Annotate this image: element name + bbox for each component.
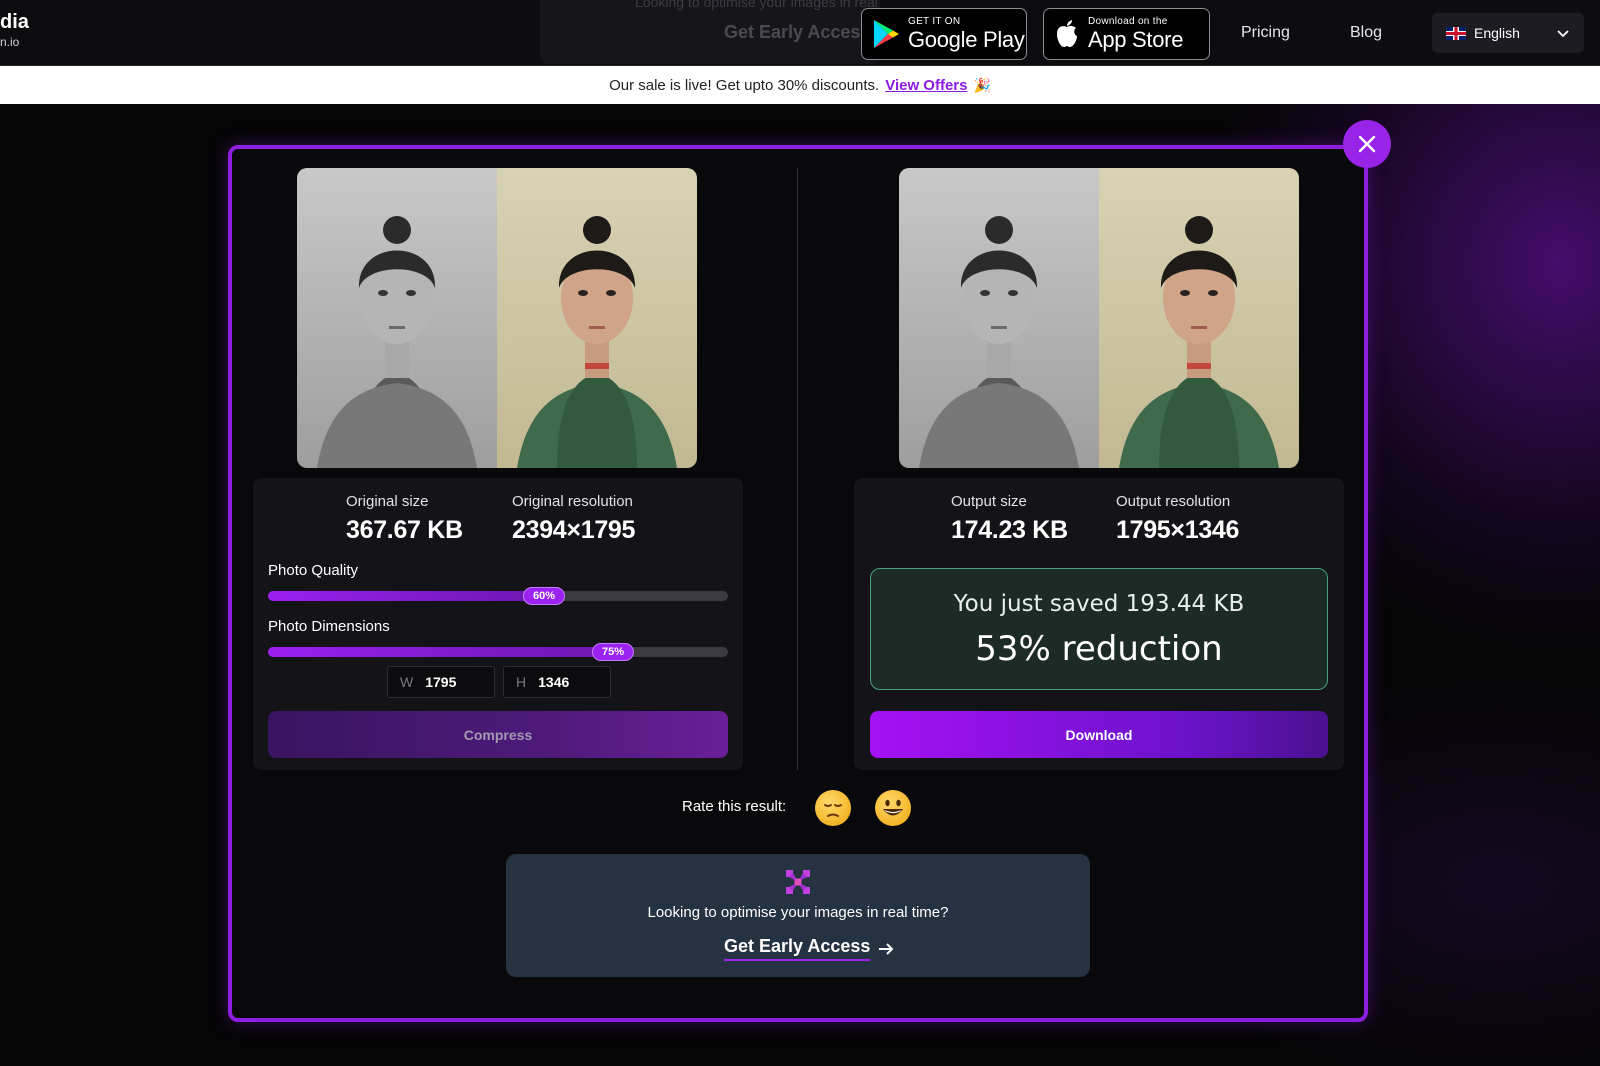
photo-quality-fill	[268, 591, 544, 601]
width-prefix: W	[400, 674, 413, 690]
download-button[interactable]: Download	[870, 711, 1328, 758]
output-photo-preview	[899, 168, 1299, 468]
photo-quality-slider[interactable]: 60%	[268, 591, 728, 601]
close-modal-button[interactable]	[1343, 120, 1391, 168]
original-photo-after	[497, 168, 697, 468]
height-value: 1346	[538, 674, 569, 690]
apple-icon	[1054, 19, 1080, 49]
saved-value: 193.44 KB	[1126, 591, 1245, 617]
brand[interactable]: dia n.io	[0, 12, 29, 48]
saved-line: You just saved 193.44 KB	[871, 591, 1327, 617]
sale-text: Our sale is live! Get upto 30% discounts…	[609, 77, 879, 94]
width-input[interactable]: W 1795	[387, 666, 495, 698]
ghost-promo-cta: Get Early Access	[724, 22, 870, 43]
nav-pricing-link[interactable]: Pricing	[1241, 24, 1290, 42]
output-photo-before	[899, 168, 1099, 468]
brand-domain: n.io	[0, 36, 29, 48]
portrait-illustration	[297, 168, 497, 468]
google-play-small-text: GET IT ON	[908, 17, 1025, 27]
brand-logo-icon	[786, 870, 810, 894]
chevron-down-icon	[1556, 26, 1570, 40]
original-settings-panel: Original size 367.67 KB Original resolut…	[253, 478, 743, 770]
photo-quality-label: Photo Quality	[268, 562, 358, 579]
top-navigation: dia n.io Looking to optimise your images…	[0, 0, 1600, 66]
original-resolution-value: 2394×1795	[512, 516, 635, 545]
get-early-access-label: Get Early Access	[724, 936, 870, 961]
output-size-value: 174.23 KB	[951, 516, 1068, 545]
ghost-promo-text: Looking to optimise your images in real …	[635, 0, 880, 10]
google-play-button[interactable]: GET IT ON Google Play	[861, 8, 1027, 60]
photo-dimensions-slider[interactable]: 75%	[268, 647, 728, 657]
uk-flag-icon	[1446, 27, 1466, 40]
view-offers-link[interactable]: View Offers	[885, 77, 967, 94]
modal-divider	[797, 168, 798, 770]
height-input[interactable]: H 1346	[503, 666, 611, 698]
language-selector[interactable]: English	[1432, 13, 1584, 53]
width-value: 1795	[425, 674, 456, 690]
portrait-illustration	[899, 168, 1099, 468]
happy-emoji-icon[interactable]	[875, 790, 911, 826]
app-store-button[interactable]: Download on the App Store	[1043, 8, 1210, 60]
rate-result-label: Rate this result:	[682, 798, 786, 815]
early-access-card: Looking to optimise your images in real …	[506, 854, 1090, 977]
google-play-icon	[872, 19, 900, 49]
output-photo-after	[1099, 168, 1299, 468]
party-popper-icon: 🎉	[973, 77, 990, 94]
language-label: English	[1474, 25, 1520, 41]
photo-quality-handle[interactable]: 60%	[523, 587, 565, 605]
output-resolution-label: Output resolution	[1116, 493, 1230, 510]
ghost-promo-banner: Looking to optimise your images in real …	[540, 0, 880, 64]
close-icon	[1358, 135, 1376, 153]
original-size-label: Original size	[346, 493, 429, 510]
photo-dimensions-handle[interactable]: 75%	[592, 643, 634, 661]
saved-prefix: You just saved	[954, 591, 1119, 617]
arrow-right-icon	[878, 942, 894, 956]
reduction-percentage: 53% reduction	[871, 629, 1327, 669]
photo-dimensions-label: Photo Dimensions	[268, 618, 390, 635]
original-photo-before	[297, 168, 497, 468]
portrait-illustration-color	[497, 168, 697, 468]
get-early-access-link[interactable]: Get Early Access	[724, 936, 894, 961]
output-result-panel: Output size 174.23 KB Output resolution …	[854, 478, 1344, 770]
savings-summary: You just saved 193.44 KB 53% reduction	[870, 568, 1328, 690]
output-size-label: Output size	[951, 493, 1027, 510]
original-size-value: 367.67 KB	[346, 516, 463, 545]
original-photo-preview	[297, 168, 697, 468]
portrait-illustration-color	[1099, 168, 1299, 468]
original-resolution-label: Original resolution	[512, 493, 633, 510]
google-play-big-text: Google Play	[908, 29, 1025, 51]
app-store-small-text: Download on the	[1088, 17, 1183, 27]
photo-dimensions-fill	[268, 647, 613, 657]
sale-announcement-bar: Our sale is live! Get upto 30% discounts…	[0, 66, 1600, 104]
sad-emoji-icon[interactable]	[815, 790, 851, 826]
output-resolution-value: 1795×1346	[1116, 516, 1239, 545]
app-store-big-text: App Store	[1088, 29, 1183, 51]
nav-blog-link[interactable]: Blog	[1350, 24, 1382, 42]
brand-name: dia	[0, 12, 29, 32]
height-prefix: H	[516, 674, 526, 690]
compress-button[interactable]: Compress	[268, 711, 728, 758]
early-access-text: Looking to optimise your images in real …	[506, 904, 1090, 921]
